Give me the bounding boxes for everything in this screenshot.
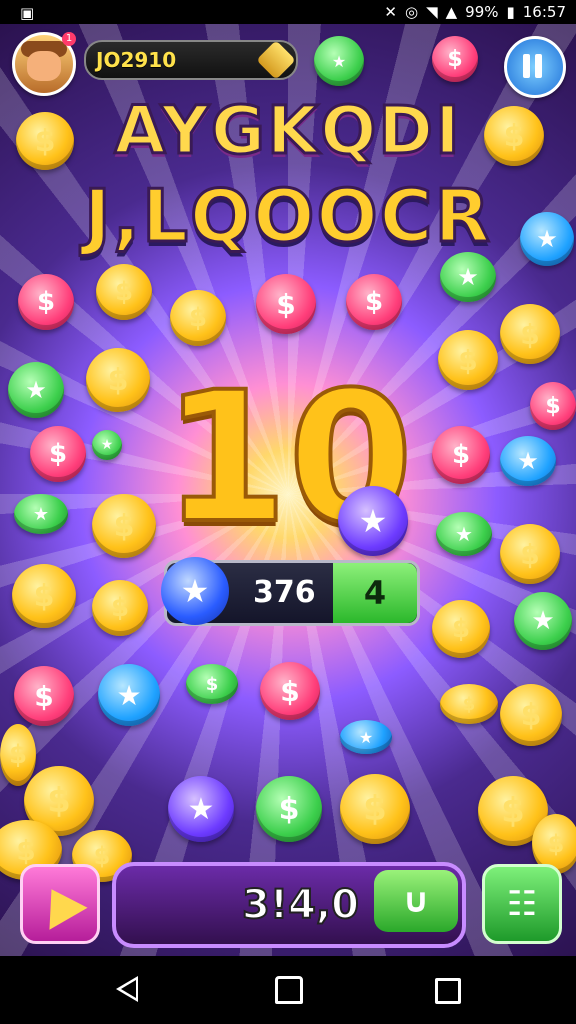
- gold-coin: $: [484, 106, 544, 166]
- dollar-coin: $: [530, 382, 576, 430]
- collect-button[interactable]: ∪: [374, 870, 458, 932]
- dollar-coin: $: [30, 426, 86, 482]
- wifi-icon: ◥: [426, 3, 438, 21]
- dollar-coin: $: [14, 666, 74, 726]
- cheese-icon: [32, 878, 88, 930]
- dollar-coin: $: [256, 274, 316, 334]
- recent-apps-icon[interactable]: [435, 978, 461, 1004]
- dollar-coin: $: [18, 274, 74, 330]
- clock: 16:57: [522, 3, 566, 21]
- star-coin: ★: [436, 512, 492, 556]
- gold-coin: $: [96, 264, 152, 320]
- dollar-coin: $: [432, 36, 478, 82]
- gold-coin: $: [0, 724, 36, 786]
- star-badge-icon: ★: [161, 557, 229, 625]
- dollar-coin: $: [256, 776, 322, 842]
- dollar-coin: $: [432, 426, 490, 484]
- gold-coin: $: [500, 684, 562, 746]
- sync-icon: ◎: [404, 3, 419, 21]
- gold-coin: $: [500, 524, 560, 584]
- menu-button[interactable]: ☷: [482, 864, 562, 944]
- avatar-face: [27, 51, 61, 81]
- star-coin: ★: [168, 776, 234, 842]
- star-coin: ★: [514, 592, 572, 650]
- counter-value: 376: [253, 575, 316, 610]
- notification-badge: 1: [62, 32, 76, 46]
- boost-button[interactable]: [20, 864, 100, 944]
- home-icon[interactable]: [275, 976, 303, 1004]
- star-coin: ★: [92, 430, 122, 460]
- star-coin: ★: [440, 252, 496, 302]
- gold-coin: $: [500, 304, 560, 364]
- balance-value: 3!4,0: [241, 881, 360, 929]
- star-coin: ★: [500, 436, 556, 486]
- gold-coin: $: [92, 580, 148, 636]
- counter-badge: 4: [333, 563, 417, 623]
- gold-coin: $: [170, 290, 226, 346]
- gold-coin: $: [12, 564, 76, 628]
- gold-coin: $: [438, 330, 498, 390]
- gold-coin: $: [92, 494, 156, 558]
- dollar-coin: $: [346, 274, 402, 330]
- battery-percent: 99%: [465, 3, 499, 21]
- dollar-coin: $: [186, 664, 238, 704]
- android-nav-bar: [0, 956, 576, 1024]
- game-screen: 1 JO2910 ★ $ AYGKQDI J,LQOOCR $ $ ★ $ $ …: [0, 24, 576, 956]
- game-title-line2: J,LQOOCR: [83, 173, 492, 260]
- gold-coin: $: [432, 600, 490, 658]
- balance-bar: 3!4,0 ∪: [112, 862, 466, 948]
- star-coin: ★: [8, 362, 64, 418]
- pause-bar-left: [523, 54, 530, 78]
- star-coin: ★: [340, 720, 392, 754]
- gallery-notification-icon: ▣: [20, 4, 35, 22]
- status-bar: ▣ ✕ ◎ ◥ ▲ 99% ▮ 16:57: [0, 0, 576, 24]
- gold-coin: $: [16, 112, 74, 170]
- gold-coin: $: [340, 774, 410, 844]
- back-icon[interactable]: [116, 976, 138, 1002]
- star-coin: ★: [520, 212, 574, 266]
- signal-icon: ▲: [445, 3, 458, 21]
- star-coin: ★: [14, 494, 68, 534]
- gold-coin: $: [86, 348, 150, 412]
- dollar-coin: $: [260, 662, 320, 720]
- mute-icon: ✕: [384, 3, 397, 21]
- gem-icon: [256, 40, 296, 80]
- reward-counter: ★ 376 4: [161, 557, 420, 626]
- star-coin: ★: [338, 486, 408, 556]
- battery-icon: ▮: [506, 3, 515, 21]
- gold-coin: $: [440, 684, 498, 724]
- star-coin: ★: [98, 664, 160, 726]
- score-value: JO2910: [96, 48, 177, 72]
- pause-bar-right: [535, 54, 542, 78]
- pause-button[interactable]: [504, 36, 566, 98]
- score-bar: JO2910: [84, 40, 298, 80]
- star-coin: ★: [314, 36, 364, 86]
- magnet-icon: ∪: [402, 881, 430, 921]
- grid-icon: ☷: [506, 884, 538, 924]
